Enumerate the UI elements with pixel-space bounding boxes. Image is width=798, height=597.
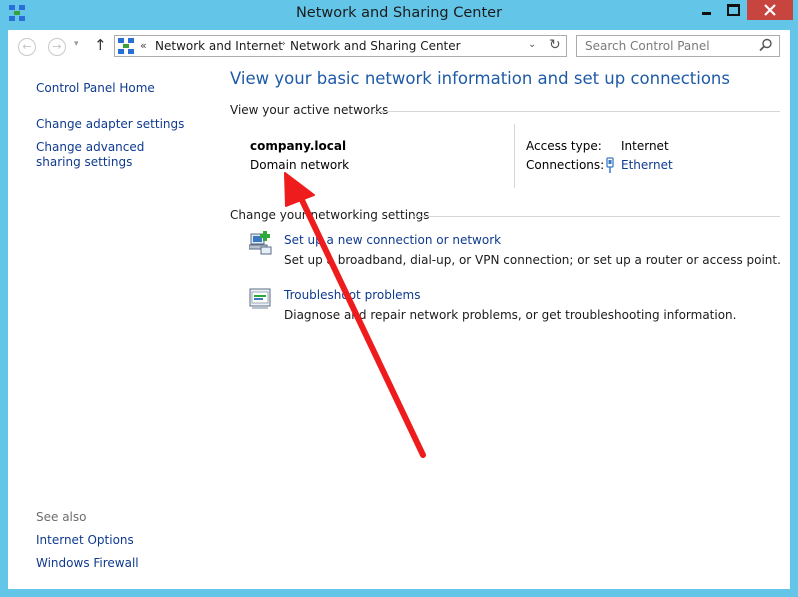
window: Network and Sharing Center ← → ▾ ↑ « Net… xyxy=(0,0,798,597)
minimize-icon xyxy=(701,12,711,15)
network-type: Domain network xyxy=(250,158,350,172)
back-button[interactable]: ← xyxy=(18,38,36,56)
new-connection-icon xyxy=(249,231,272,255)
control-panel-icon xyxy=(118,38,134,54)
breadcrumb-separator-icon[interactable]: › xyxy=(282,39,286,49)
page-title: View your basic network information and … xyxy=(230,69,730,88)
breadcrumb-network-and-sharing-center[interactable]: Network and Sharing Center xyxy=(290,39,461,53)
network-name: company.local xyxy=(250,139,347,153)
access-type-label: Access type: xyxy=(526,139,602,153)
title-bar[interactable]: Network and Sharing Center xyxy=(0,0,798,30)
recent-locations-icon[interactable]: ▾ xyxy=(74,39,79,49)
troubleshoot-problems-link[interactable]: Troubleshoot problems xyxy=(284,288,420,302)
address-overflow-icon[interactable]: « xyxy=(140,39,147,52)
change-adapter-settings-link[interactable]: Change adapter settings xyxy=(36,117,184,131)
up-button[interactable]: ↑ xyxy=(94,36,107,54)
search-input[interactable]: Search Control Panel xyxy=(585,39,710,53)
window-title: Network and Sharing Center xyxy=(295,5,503,21)
connections-label: Connections: xyxy=(526,158,605,172)
troubleshoot-icon xyxy=(249,288,271,309)
navigation-bar: ← → ▾ ↑ « Network and Internet › Network… xyxy=(8,30,790,64)
setup-new-connection-link[interactable]: Set up a new connection or network xyxy=(284,233,501,247)
see-also-label: See also xyxy=(36,510,87,524)
minimize-button[interactable] xyxy=(692,0,720,20)
maximize-icon xyxy=(727,4,740,16)
active-networks-header: View your active networks xyxy=(230,103,389,117)
search-icon[interactable] xyxy=(759,38,773,52)
divider xyxy=(514,124,515,188)
close-button[interactable] xyxy=(747,0,793,20)
ethernet-icon xyxy=(606,157,614,173)
internet-options-link[interactable]: Internet Options xyxy=(36,533,134,547)
change-advanced-sharing-settings-link[interactable]: Change advanced sharing settings xyxy=(36,140,186,170)
breadcrumb-network-and-internet[interactable]: Network and Internet xyxy=(155,39,283,53)
close-icon xyxy=(764,4,776,16)
access-type-value: Internet xyxy=(621,139,669,153)
search-box[interactable]: Search Control Panel xyxy=(576,35,780,57)
maximize-button[interactable] xyxy=(720,0,747,20)
troubleshoot-problems-description: Diagnose and repair network problems, or… xyxy=(284,308,737,322)
chevron-down-icon[interactable]: ⌄ xyxy=(528,39,536,50)
setup-new-connection-description: Set up a broadband, dial-up, or VPN conn… xyxy=(284,253,781,267)
ethernet-connection-link[interactable]: Ethernet xyxy=(621,158,673,172)
divider xyxy=(374,111,780,112)
control-panel-home-link[interactable]: Control Panel Home xyxy=(36,81,155,95)
divider xyxy=(413,216,780,217)
change-settings-header: Change your networking settings xyxy=(230,208,430,222)
address-bar[interactable]: « Network and Internet › Network and Sha… xyxy=(114,35,567,57)
refresh-icon[interactable]: ↻ xyxy=(549,37,561,53)
client-area: ← → ▾ ↑ « Network and Internet › Network… xyxy=(8,30,790,589)
forward-button[interactable]: → xyxy=(48,38,66,56)
windows-firewall-link[interactable]: Windows Firewall xyxy=(36,556,139,570)
